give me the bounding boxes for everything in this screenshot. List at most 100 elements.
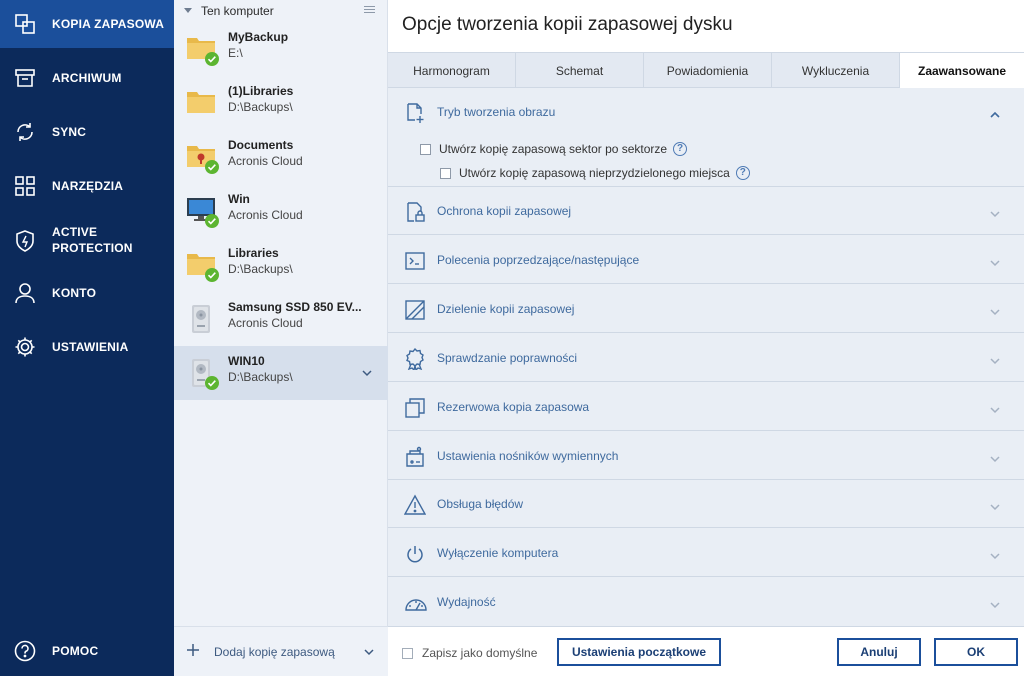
section-image-mode: Tryb tworzenia obrazu Utwórz kopię zapas… bbox=[388, 88, 1024, 187]
main-navigation: KOPIA ZAPASOWA ARCHIWUM SYNC NARZĘDZIA A… bbox=[0, 0, 174, 676]
sync-icon bbox=[13, 120, 37, 144]
save-as-default-checkbox[interactable]: Zapisz jako domyślne bbox=[402, 646, 537, 660]
backup-name: Documents bbox=[228, 138, 294, 152]
nav-label: SYNC bbox=[52, 125, 87, 139]
backup-list-item[interactable]: Win Acronis Cloud bbox=[174, 184, 388, 238]
copy-icon bbox=[404, 397, 426, 419]
backup-list-item[interactable]: Libraries D:\Backups\ bbox=[174, 238, 388, 292]
option-unallocated-space[interactable]: Utwórz kopię zapasową nieprzydzielonego … bbox=[440, 166, 750, 180]
nav-label: KOPIA ZAPASOWA bbox=[52, 17, 165, 31]
gauge-icon bbox=[404, 592, 427, 614]
backup-list-item[interactable]: MyBackup E:\ bbox=[174, 22, 388, 76]
checkbox[interactable] bbox=[440, 167, 451, 179]
tab-schemat[interactable]: Schemat bbox=[516, 53, 644, 88]
tab-powiadomienia[interactable]: Powiadomienia bbox=[644, 53, 772, 88]
backup-name: (1)Libraries bbox=[228, 84, 294, 98]
backup-list-item[interactable]: (1)Libraries D:\Backups\ bbox=[174, 76, 388, 130]
folder-icon bbox=[186, 86, 220, 120]
backup-options-dialog: Opcje tworzenia kopii zapasowej dysku Ha… bbox=[388, 0, 1024, 676]
shield-icon bbox=[13, 229, 37, 253]
chevron-down-icon[interactable] bbox=[990, 500, 1000, 514]
list-header[interactable]: Ten komputer bbox=[174, 0, 388, 22]
chevron-up-icon[interactable] bbox=[990, 108, 1000, 122]
section-backup-splitting[interactable]: Dzielenie kopii zapasowej bbox=[388, 285, 1024, 333]
nav-label: POMOC bbox=[52, 644, 99, 658]
dialog-footer: Zapisz jako domyślne Ustawienia początko… bbox=[388, 626, 1024, 676]
section-backup-protection[interactable]: Ochrona kopii zapasowej bbox=[388, 187, 1024, 235]
chevron-down-icon[interactable] bbox=[990, 207, 1000, 221]
folder-icon bbox=[186, 32, 220, 66]
user-icon bbox=[13, 281, 37, 305]
backup-list-item[interactable]: Samsung SSD 850 EV... Acronis Cloud bbox=[174, 292, 388, 346]
section-computer-shutdown[interactable]: Wyłączenie komputera bbox=[388, 529, 1024, 577]
section-header[interactable]: Tryb tworzenia obrazu bbox=[388, 88, 1024, 136]
nav-item-sync[interactable]: SYNC bbox=[0, 108, 174, 156]
monitor-icon bbox=[186, 194, 220, 228]
section-removable-media[interactable]: Ustawienia nośników wymiennych bbox=[388, 432, 1024, 480]
cancel-button[interactable]: Anuluj bbox=[837, 638, 921, 666]
backup-name: Win bbox=[228, 192, 250, 206]
backup-name: Libraries bbox=[228, 246, 279, 260]
chevron-down-icon[interactable] bbox=[990, 305, 1000, 319]
gear-icon bbox=[13, 335, 37, 359]
nav-item-settings[interactable]: USTAWIENIA bbox=[0, 324, 174, 372]
backup-copy-icon bbox=[13, 12, 37, 36]
nav-label: ARCHIWUM bbox=[52, 71, 122, 85]
chevron-down-icon[interactable] bbox=[990, 549, 1000, 563]
section-validation[interactable]: Sprawdzanie poprawności bbox=[388, 334, 1024, 382]
nav-item-active-protection[interactable]: ACTIVE PROTECTION bbox=[0, 216, 174, 266]
save-default-label: Zapisz jako domyślne bbox=[422, 646, 538, 660]
backup-list-item[interactable]: WIN10 D:\Backups\ bbox=[174, 346, 388, 400]
section-pre-post-commands[interactable]: Polecenia poprzedzające/następujące bbox=[388, 236, 1024, 284]
disk-icon bbox=[186, 302, 220, 336]
nav-item-backup[interactable]: KOPIA ZAPASOWA bbox=[0, 0, 174, 48]
status-ok-check-icon bbox=[205, 52, 219, 69]
section-title: Polecenia poprzedzające/następujące bbox=[437, 253, 640, 267]
section-title: Ustawienia nośników wymiennych bbox=[437, 449, 619, 463]
section-title: Ochrona kopii zapasowej bbox=[437, 204, 572, 218]
badge-icon bbox=[404, 347, 426, 372]
chevron-down-icon[interactable] bbox=[990, 452, 1000, 466]
reset-settings-button[interactable]: Ustawienia początkowe bbox=[557, 638, 721, 666]
help-circle-icon[interactable]: ? bbox=[673, 142, 688, 156]
folder-icon bbox=[186, 248, 220, 282]
section-error-handling[interactable]: Obsługa błędów bbox=[388, 480, 1024, 528]
hamburger-menu-icon[interactable] bbox=[364, 6, 375, 15]
chevron-down-icon[interactable] bbox=[990, 256, 1000, 270]
tab-zaawansowane[interactable]: Zaawansowane bbox=[900, 53, 1024, 88]
checkbox[interactable] bbox=[420, 143, 431, 155]
chevron-down-icon[interactable] bbox=[364, 645, 374, 659]
tab-harmonogram[interactable]: Harmonogram bbox=[388, 53, 516, 88]
chevron-down-icon[interactable] bbox=[362, 366, 372, 380]
section-reserve-copy[interactable]: Rezerwowa kopia zapasowa bbox=[388, 383, 1024, 431]
backup-destination: Acronis Cloud bbox=[228, 208, 303, 222]
backup-list-item[interactable]: Documents Acronis Cloud bbox=[174, 130, 388, 184]
nav-item-tools[interactable]: NARZĘDZIA bbox=[0, 162, 174, 210]
option-sector-by-sector[interactable]: Utwórz kopię zapasową sektor po sektorze… bbox=[420, 142, 688, 156]
section-title: Obsługa błędów bbox=[437, 497, 524, 511]
backup-list-panel: Ten komputer MyBackup E:\ (1)Libraries D:\B… bbox=[174, 0, 388, 676]
backup-destination: E:\ bbox=[228, 46, 243, 60]
backup-destination: D:\Backups\ bbox=[228, 100, 293, 114]
plus-icon bbox=[186, 643, 200, 660]
ok-button[interactable]: OK bbox=[934, 638, 1018, 666]
backup-destination: D:\Backups\ bbox=[228, 262, 293, 276]
add-backup-label: Dodaj kopię zapasową bbox=[214, 645, 335, 659]
checkbox[interactable] bbox=[402, 647, 413, 659]
help-circle-icon[interactable]: ? bbox=[735, 166, 750, 180]
section-performance[interactable]: Wydajność bbox=[388, 578, 1024, 626]
nav-item-archive[interactable]: ARCHIWUM bbox=[0, 54, 174, 102]
list-header-title: Ten komputer bbox=[201, 4, 274, 18]
section-title: Wydajność bbox=[437, 595, 496, 609]
backup-destination: Acronis Cloud bbox=[228, 154, 303, 168]
nav-item-help[interactable]: POMOC bbox=[0, 628, 174, 676]
nav-item-account[interactable]: KONTO bbox=[0, 270, 174, 318]
chevron-down-icon[interactable] bbox=[990, 403, 1000, 417]
chevron-down-icon[interactable] bbox=[990, 598, 1000, 612]
add-backup-button[interactable]: Dodaj kopię zapasową bbox=[174, 626, 388, 676]
option-label: Utwórz kopię zapasową sektor po sektorze bbox=[439, 142, 668, 156]
chevron-down-icon[interactable] bbox=[990, 354, 1000, 368]
collapse-caret-icon[interactable] bbox=[184, 8, 192, 13]
section-title: Sprawdzanie poprawności bbox=[437, 351, 578, 365]
tab-wykluczenia[interactable]: Wykluczenia bbox=[772, 53, 900, 88]
